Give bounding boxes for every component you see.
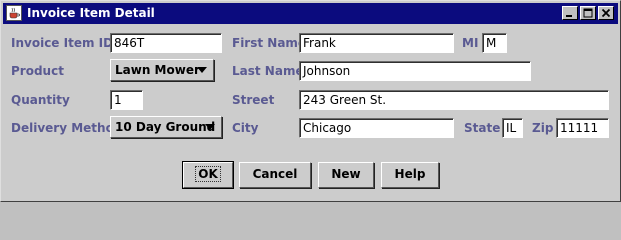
window-title: Invoice Item Detail: [27, 6, 155, 20]
cancel-button-label: Cancel: [252, 167, 298, 181]
product-label: Product: [11, 64, 64, 78]
last-name-label: Last Name: [232, 64, 304, 78]
street-label: Street: [232, 93, 275, 107]
street-field[interactable]: 243 Green St.: [299, 90, 609, 110]
delivery-method-selected-value: 10 Day Ground: [115, 120, 216, 134]
maximize-button[interactable]: [580, 6, 596, 20]
invoice-item-id-field[interactable]: 846T: [110, 33, 222, 53]
first-name-field[interactable]: Frank: [299, 33, 454, 53]
new-button[interactable]: New: [318, 162, 374, 188]
last-name-field[interactable]: Johnson: [299, 61, 531, 81]
new-button-label: New: [331, 167, 361, 181]
quantity-field[interactable]: 1: [110, 90, 143, 110]
close-button[interactable]: [598, 6, 614, 20]
minimize-button[interactable]: [562, 6, 578, 20]
quantity-label: Quantity: [11, 93, 70, 107]
delivery-method-combo[interactable]: 10 Day Ground: [110, 116, 222, 138]
minimize-icon: [566, 15, 572, 17]
close-icon: [601, 8, 611, 18]
state-field[interactable]: IL: [502, 118, 523, 138]
ok-button-label: OK: [195, 166, 221, 182]
first-name-label: First Name: [232, 36, 307, 50]
invoice-item-detail-window: Invoice Item Detail Invoice Item ID 846T…: [0, 0, 621, 202]
help-button[interactable]: Help: [381, 162, 439, 188]
chevron-down-icon: [205, 124, 215, 130]
zip-label: Zip: [532, 121, 554, 135]
zip-field[interactable]: 11111: [556, 118, 609, 138]
state-label: State: [464, 121, 501, 135]
invoice-item-id-label: Invoice Item ID: [11, 36, 114, 50]
cancel-button[interactable]: Cancel: [239, 162, 311, 188]
city-field[interactable]: Chicago: [299, 118, 454, 138]
title-bar[interactable]: Invoice Item Detail: [3, 3, 618, 24]
chevron-down-icon: [197, 67, 207, 73]
delivery-method-label: Delivery Method: [11, 121, 123, 135]
product-combo[interactable]: Lawn Mower: [110, 59, 214, 81]
help-button-label: Help: [394, 167, 426, 181]
product-selected-value: Lawn Mower: [115, 63, 200, 77]
maximize-icon: [583, 8, 593, 18]
middle-initial-field[interactable]: M: [482, 33, 507, 53]
java-cup-icon[interactable]: [6, 5, 22, 21]
city-label: City: [232, 121, 259, 135]
mi-label: MI: [462, 36, 479, 50]
ok-button[interactable]: OK: [182, 161, 234, 189]
